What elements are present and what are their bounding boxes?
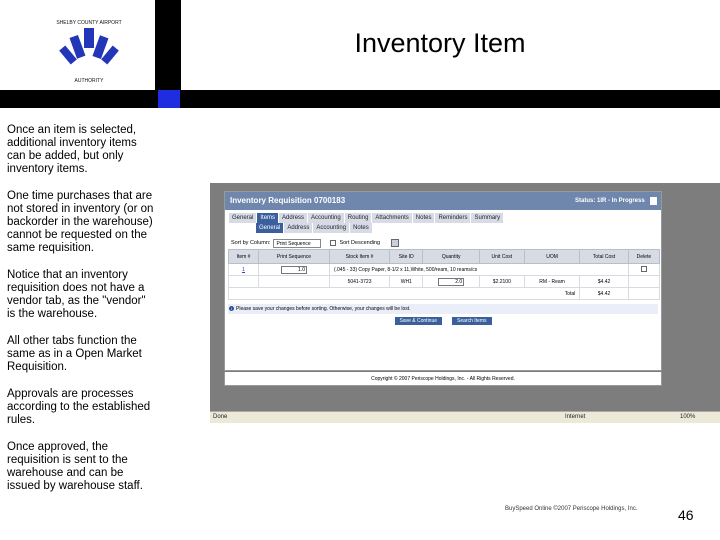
table-row: 5041-3723 WH1 2.0 $2.2100 RM - Ream $4.4… bbox=[227, 275, 661, 288]
delete-checkbox[interactable] bbox=[640, 265, 647, 272]
sort-label: Sort by Column: bbox=[231, 240, 271, 246]
row-item-no: 1 bbox=[227, 263, 260, 276]
sort-descending-label: Sort Descending bbox=[339, 240, 381, 246]
save-continue-button[interactable]: Save & Continue bbox=[394, 317, 443, 325]
sub-tabs: General Address Accounting Notes bbox=[225, 223, 661, 233]
tab-items[interactable]: Items bbox=[257, 213, 279, 223]
unit-cost: $2.2100 bbox=[478, 275, 525, 288]
page-number: 46 bbox=[678, 507, 694, 523]
table-header-row: Item # Print Sequence Stock Item # Site … bbox=[227, 249, 661, 264]
tab-general[interactable]: General bbox=[229, 213, 257, 223]
help-icon[interactable] bbox=[650, 197, 657, 205]
row-print-seq: 1.0 bbox=[258, 263, 330, 276]
col-unit-cost: Unit Cost bbox=[478, 249, 525, 264]
total-row: Total $4.42 bbox=[227, 287, 661, 300]
print-seq-input[interactable]: 1.0 bbox=[281, 265, 307, 274]
note-paragraph: Approvals are processes according to the… bbox=[7, 388, 151, 426]
row-quantity: 2.0 bbox=[422, 275, 480, 288]
quantity-input[interactable]: 2.0 bbox=[438, 277, 465, 286]
col-quantity: Quantity bbox=[422, 249, 480, 264]
row-spacer bbox=[227, 275, 260, 288]
row-delete bbox=[627, 263, 661, 276]
row-spacer bbox=[258, 275, 330, 288]
uom: RM - Ream bbox=[523, 275, 581, 288]
tab-attachments[interactable]: Attachments bbox=[372, 213, 412, 223]
tab-summary[interactable]: Summary bbox=[471, 213, 504, 223]
col-print-seq: Print Sequence bbox=[258, 249, 330, 264]
note-paragraph: All other tabs function the same as in a… bbox=[7, 335, 142, 373]
sort-descending-checkbox[interactable] bbox=[330, 240, 337, 246]
status-zone: Internet bbox=[565, 414, 586, 420]
svg-text:SHELBY COUNTY AIRPORT: SHELBY COUNTY AIRPORT bbox=[56, 20, 121, 26]
search-items-button[interactable]: Search Items bbox=[452, 317, 492, 325]
note-paragraph: One time purchases that are not stored i… bbox=[7, 190, 154, 254]
main-tabs: General Items Address Accounting Routing… bbox=[225, 213, 661, 223]
stock-item: 5041-3723 bbox=[328, 275, 391, 288]
total-label: Total bbox=[227, 287, 581, 300]
copyright-line: Copyright © 2007 Periscope Holdings, Inc… bbox=[224, 372, 662, 386]
items-table: Item # Print Sequence Stock Item # Site … bbox=[227, 249, 661, 300]
tab-address[interactable]: Address bbox=[279, 213, 308, 223]
subtab-notes[interactable]: Notes bbox=[350, 223, 372, 233]
subtab-accounting[interactable]: Accounting bbox=[313, 223, 350, 233]
slide-title: Inventory Item bbox=[354, 28, 526, 58]
col-uom: UOM bbox=[523, 249, 581, 264]
item-link[interactable]: 1 bbox=[242, 267, 245, 273]
slide-bar-horizontal bbox=[0, 90, 720, 108]
line-total: $4.42 bbox=[579, 275, 629, 288]
tab-routing[interactable]: Routing bbox=[344, 213, 372, 223]
col-total-cost: Total Cost bbox=[579, 249, 629, 264]
tab-notes[interactable]: Notes bbox=[412, 213, 435, 223]
slide-bar-vertical bbox=[155, 0, 181, 90]
subtab-address[interactable]: Address bbox=[284, 223, 313, 233]
requisition-header: Inventory Requisition 0700183 Status: 1I… bbox=[225, 192, 661, 210]
sort-row: Sort by Column: Print Sequence Sort Desc… bbox=[225, 233, 661, 249]
requisition-title: Inventory Requisition 0700183 bbox=[230, 196, 346, 205]
tab-accounting[interactable]: Accounting bbox=[308, 213, 344, 223]
slide-notes: Once an item is selected, additional inv… bbox=[7, 124, 157, 507]
table-row-description: 1 1.0 (.045 - 33) Copy Paper, 8-1/2 x 11… bbox=[227, 263, 661, 276]
total-value: $4.42 bbox=[579, 287, 629, 300]
row-spacer bbox=[627, 275, 661, 288]
status-zoom[interactable]: 100% bbox=[680, 412, 695, 423]
browser-status-bar: Done Internet 100% bbox=[210, 411, 720, 423]
status-done: Done bbox=[213, 414, 228, 420]
note-paragraph: Once an item is selected, additional inv… bbox=[7, 124, 137, 175]
col-stock-item: Stock Item # bbox=[328, 249, 391, 264]
tab-reminders[interactable]: Reminders bbox=[435, 213, 471, 223]
sort-go-button[interactable] bbox=[391, 239, 400, 247]
requisition-screenshot: Inventory Requisition 0700183 Status: 1I… bbox=[210, 183, 720, 423]
row-spacer bbox=[627, 287, 661, 300]
requisition-panel: Inventory Requisition 0700183 Status: 1I… bbox=[224, 191, 662, 371]
action-buttons: Save & Continue Search Items bbox=[225, 317, 661, 325]
svg-text:AUTHORITY: AUTHORITY bbox=[75, 78, 105, 84]
note-paragraph: Notice that an inventory requisition doe… bbox=[7, 269, 146, 320]
footer-copyright: BuySpeed Online ©2007 Periscope Holdings… bbox=[505, 506, 638, 512]
col-item-no: Item # bbox=[227, 249, 260, 264]
item-description: (.045 - 33) Copy Paper, 8-1/2 x 11,White… bbox=[328, 263, 629, 276]
subtab-general[interactable]: General bbox=[256, 223, 284, 233]
sort-select[interactable]: Print Sequence bbox=[273, 238, 322, 248]
site-id: WH1 bbox=[389, 275, 424, 288]
col-site-id: Site ID bbox=[389, 249, 424, 264]
col-delete: Delete bbox=[627, 249, 661, 264]
note-paragraph: Once approved, the requisition is sent t… bbox=[7, 441, 143, 492]
airport-authority-logo: SHELBY COUNTY AIRPORT AUTHORITY bbox=[56, 20, 121, 84]
requisition-status: Status: 1IR - In Progress bbox=[575, 198, 645, 204]
sort-warning-message: Please save your changes before sorting.… bbox=[228, 304, 658, 314]
slide-bar-accent bbox=[158, 90, 180, 108]
